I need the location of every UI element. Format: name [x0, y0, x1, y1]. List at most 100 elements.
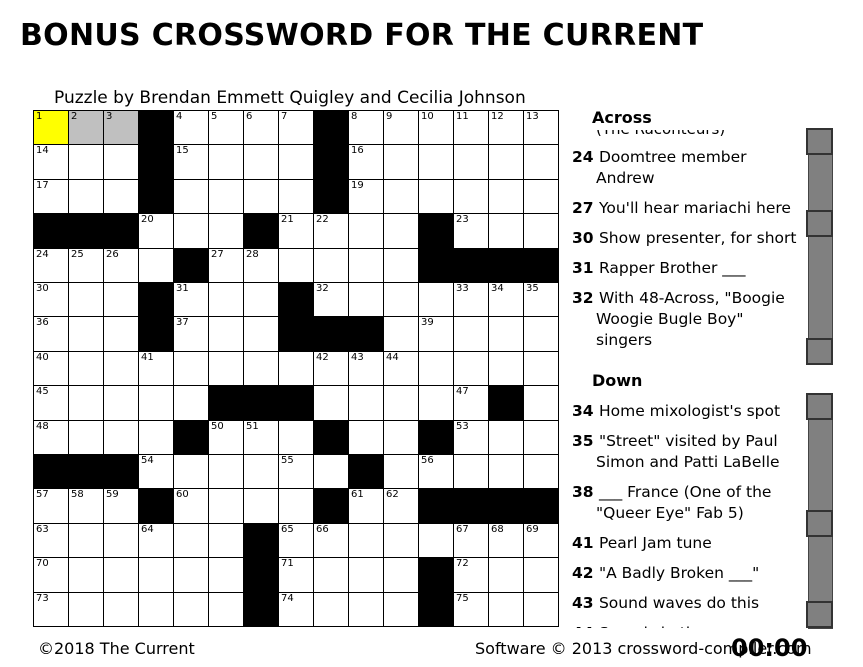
- grid-cell[interactable]: 7: [278, 110, 314, 146]
- grid-cell[interactable]: [208, 144, 244, 180]
- grid-cell[interactable]: 20: [138, 213, 174, 249]
- grid-cell[interactable]: 63: [33, 522, 69, 559]
- grid-cell[interactable]: [453, 454, 489, 490]
- grid-cell[interactable]: [103, 350, 139, 387]
- grid-cell[interactable]: [313, 591, 349, 627]
- grid-cell[interactable]: 8: [348, 110, 384, 146]
- grid-cell[interactable]: 23: [453, 213, 489, 249]
- grid-cell[interactable]: 64: [138, 522, 174, 559]
- grid-cell[interactable]: [103, 591, 139, 627]
- grid-cell[interactable]: [348, 522, 384, 559]
- grid-cell[interactable]: 21: [278, 213, 314, 249]
- grid-cell[interactable]: 30: [33, 282, 69, 318]
- grid-cell[interactable]: [488, 557, 524, 593]
- grid-cell[interactable]: [278, 178, 314, 215]
- grid-cell[interactable]: 59: [103, 488, 139, 524]
- grid-cell[interactable]: [488, 454, 524, 490]
- grid-cell[interactable]: 34: [488, 282, 524, 318]
- grid-cell[interactable]: [313, 454, 349, 490]
- grid-cell[interactable]: 58: [68, 488, 104, 524]
- grid-cell[interactable]: 22: [313, 213, 349, 249]
- grid-cell[interactable]: [523, 316, 559, 352]
- grid-cell[interactable]: 5: [208, 110, 244, 146]
- grid-cell[interactable]: [173, 591, 209, 627]
- grid-cell[interactable]: [68, 350, 104, 387]
- grid-cell[interactable]: [488, 419, 524, 455]
- grid-cell[interactable]: 33: [453, 282, 489, 318]
- grid-cell[interactable]: [313, 557, 349, 593]
- grid-cell[interactable]: [173, 178, 209, 215]
- grid-cell[interactable]: 11: [453, 110, 489, 146]
- grid-cell[interactable]: [383, 213, 419, 249]
- across-clue-30[interactable]: 30 Show presenter, for short: [568, 228, 804, 249]
- grid-cell[interactable]: [173, 213, 209, 249]
- grid-cell[interactable]: 47: [453, 385, 489, 421]
- grid-cell[interactable]: 67: [453, 522, 489, 559]
- grid-cell[interactable]: [103, 144, 139, 180]
- grid-cell[interactable]: 36: [33, 316, 69, 352]
- grid-cell[interactable]: 13: [523, 110, 559, 146]
- grid-cell[interactable]: [488, 178, 524, 215]
- grid-cell[interactable]: [488, 144, 524, 180]
- grid-cell[interactable]: [208, 282, 244, 318]
- grid-cell[interactable]: [208, 213, 244, 249]
- grid-cell[interactable]: 57: [33, 488, 69, 524]
- grid-cell[interactable]: 17: [33, 178, 69, 215]
- grid-cell[interactable]: 27: [208, 247, 244, 283]
- grid-cell[interactable]: [383, 591, 419, 627]
- grid-cell[interactable]: 39: [418, 316, 454, 352]
- grid-cell[interactable]: [383, 144, 419, 180]
- grid-cell[interactable]: [418, 282, 454, 318]
- grid-cell[interactable]: [313, 247, 349, 283]
- grid-cell[interactable]: [348, 282, 384, 318]
- down-scroll-down-arrow[interactable]: [806, 601, 833, 628]
- grid-cell[interactable]: 32: [313, 282, 349, 318]
- grid-cell[interactable]: 56: [418, 454, 454, 490]
- grid-cell[interactable]: [68, 419, 104, 455]
- grid-cell[interactable]: 2: [68, 110, 104, 146]
- grid-cell[interactable]: 4: [173, 110, 209, 146]
- grid-cell[interactable]: 12: [488, 110, 524, 146]
- grid-cell[interactable]: 71: [278, 557, 314, 593]
- across-clue-31[interactable]: 31 Rapper Brother ___: [568, 258, 804, 279]
- grid-cell[interactable]: 1: [33, 110, 69, 146]
- grid-cell[interactable]: [208, 454, 244, 490]
- grid-cell[interactable]: 74: [278, 591, 314, 627]
- grid-cell[interactable]: [488, 213, 524, 249]
- down-clue-35[interactable]: 35 "Street" visited by Paul Simon and Pa…: [568, 431, 804, 473]
- grid-cell[interactable]: [243, 282, 279, 318]
- grid-cell[interactable]: [138, 591, 174, 627]
- grid-cell[interactable]: 14: [33, 144, 69, 180]
- across-clue-36[interactable]: 36 "___ I can get it" (Aaliyah): [568, 360, 804, 363]
- grid-cell[interactable]: [453, 350, 489, 387]
- grid-cell[interactable]: [523, 454, 559, 490]
- grid-cell[interactable]: 70: [33, 557, 69, 593]
- grid-cell[interactable]: [103, 178, 139, 215]
- grid-cell[interactable]: [523, 178, 559, 215]
- grid-cell[interactable]: [208, 591, 244, 627]
- grid-cell[interactable]: [383, 178, 419, 215]
- grid-cell[interactable]: 50: [208, 419, 244, 455]
- grid-cell[interactable]: 42: [313, 350, 349, 387]
- grid-cell[interactable]: [418, 522, 454, 559]
- grid-cell[interactable]: [138, 557, 174, 593]
- grid-cell[interactable]: 10: [418, 110, 454, 146]
- grid-cell[interactable]: [208, 522, 244, 559]
- grid-cell[interactable]: [453, 144, 489, 180]
- grid-cell[interactable]: [418, 178, 454, 215]
- grid-cell[interactable]: [173, 522, 209, 559]
- down-clue-34[interactable]: 34 Home mixologist's spot: [568, 401, 804, 422]
- grid-cell[interactable]: [348, 385, 384, 421]
- grid-cell[interactable]: [523, 591, 559, 627]
- grid-cell[interactable]: [173, 350, 209, 387]
- grid-cell[interactable]: [243, 488, 279, 524]
- grid-cell[interactable]: 41: [138, 350, 174, 387]
- grid-cell[interactable]: [103, 385, 139, 421]
- grid-cell[interactable]: [103, 282, 139, 318]
- grid-cell[interactable]: [383, 247, 419, 283]
- grid-cell[interactable]: 28: [243, 247, 279, 283]
- across-clue-panel[interactable]: Across (The Raconteurs) 24 Doomtree memb…: [568, 108, 804, 363]
- grid-cell[interactable]: [208, 488, 244, 524]
- across-scroll-thumb[interactable]: [806, 210, 833, 237]
- grid-cell[interactable]: [68, 557, 104, 593]
